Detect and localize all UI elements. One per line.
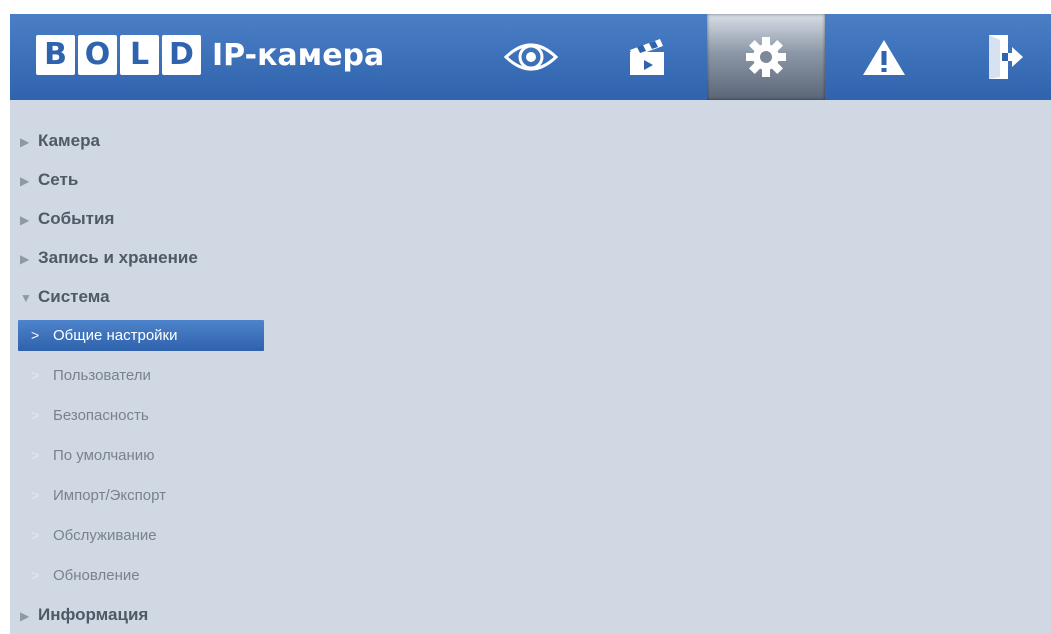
- triangle-right-icon: ▶: [20, 609, 30, 623]
- menu-item-storage[interactable]: ▶ Запись и хранение: [10, 241, 198, 275]
- chevron-right-icon: >: [31, 567, 40, 583]
- submenu-item-general[interactable]: > Общие настройки: [18, 320, 264, 351]
- chevron-right-icon: >: [31, 407, 40, 423]
- chevron-right-icon: >: [31, 327, 40, 343]
- submenu-item-maintenance[interactable]: > Обслуживание: [18, 520, 264, 551]
- logo-letter: L: [120, 35, 159, 75]
- logo-letter: O: [78, 35, 117, 75]
- submenu-item-defaults[interactable]: > По умолчанию: [18, 440, 264, 471]
- logo-letter: D: [162, 35, 201, 75]
- nav-settings[interactable]: [707, 14, 825, 100]
- eye-icon: [503, 43, 559, 71]
- nav-playback[interactable]: [588, 14, 706, 100]
- logo-letter: B: [36, 35, 75, 75]
- menu-item-network[interactable]: ▶ Сеть: [10, 163, 78, 197]
- submenu-item-update[interactable]: > Обновление: [18, 560, 264, 591]
- app-frame: B O L D IP-камера ▶ Камера ▶ Сеть ▶ Собы…: [10, 14, 1051, 634]
- menu-item-system[interactable]: ▼ Система: [10, 280, 110, 314]
- submenu-item-import-export[interactable]: > Импорт/Экспорт: [18, 480, 264, 511]
- chevron-right-icon: >: [31, 367, 40, 383]
- bolid-logo: B O L D: [36, 35, 204, 75]
- nav-logout[interactable]: [962, 14, 1048, 100]
- chevron-right-icon: >: [31, 487, 40, 503]
- clapperboard-icon: [630, 39, 664, 75]
- submenu-item-users[interactable]: > Пользователи: [18, 360, 264, 391]
- nav-live-view[interactable]: [472, 14, 590, 100]
- chevron-right-icon: >: [31, 447, 40, 463]
- submenu-item-security[interactable]: > Безопасность: [18, 400, 264, 431]
- logout-icon: [989, 35, 1023, 79]
- triangle-down-icon: ▼: [20, 291, 32, 305]
- menu-item-information[interactable]: ▶ Информация: [10, 598, 148, 632]
- nav-alarms[interactable]: [825, 14, 943, 100]
- triangle-right-icon: ▶: [20, 252, 30, 266]
- gear-icon: [746, 37, 786, 77]
- app-title: IP-камера: [212, 38, 385, 73]
- triangle-right-icon: ▶: [20, 135, 30, 149]
- menu-item-events[interactable]: ▶ События: [10, 202, 114, 236]
- warning-icon: [863, 40, 905, 75]
- chevron-right-icon: >: [31, 527, 40, 543]
- sidebar-menu: ▶ Камера ▶ Сеть ▶ События ▶ Запись и хранени…: [10, 100, 270, 634]
- top-bar: B O L D IP-камера: [10, 14, 1051, 100]
- menu-item-camera[interactable]: ▶ Камера: [10, 124, 100, 158]
- triangle-right-icon: ▶: [20, 174, 30, 188]
- triangle-right-icon: ▶: [20, 213, 30, 227]
